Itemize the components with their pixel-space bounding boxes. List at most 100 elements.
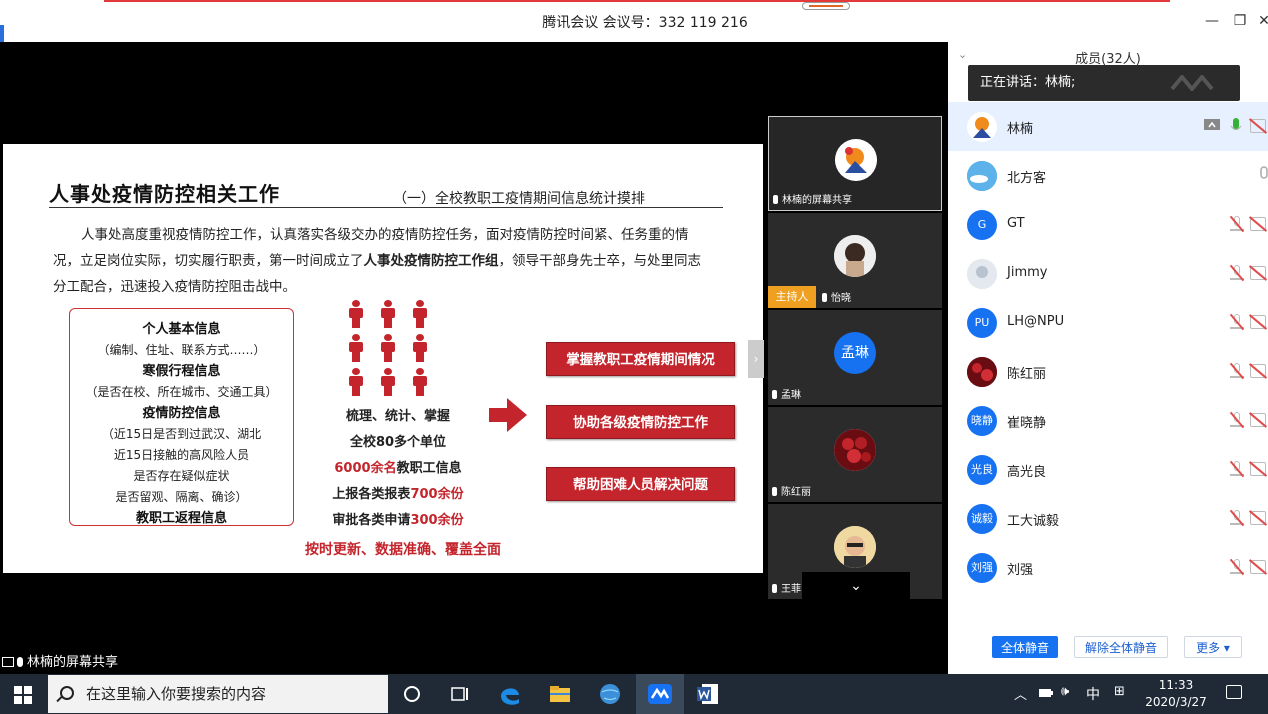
camera-off-icon[interactable]: [1248, 559, 1268, 575]
tray-overflow-icon[interactable]: ︿: [1014, 684, 1027, 703]
slide-tagline: 按时更新、数据准确、覆盖全面: [305, 542, 501, 558]
camera-off-icon[interactable]: [1248, 412, 1268, 428]
participant-row[interactable]: G GT: [948, 200, 1268, 249]
close-button[interactable]: ✕: [1256, 13, 1268, 29]
tile-caption: 孟琳: [772, 389, 801, 403]
camera-off-icon[interactable]: [1248, 363, 1268, 379]
camera-off-icon[interactable]: [1248, 314, 1268, 330]
avatar: [967, 357, 997, 387]
participant-row[interactable]: 陈红丽: [948, 347, 1268, 396]
notification-center-icon[interactable]: [1226, 685, 1242, 699]
minimize-button[interactable]: —: [1204, 13, 1220, 29]
system-clock[interactable]: 11:33 2020/3/27: [1140, 677, 1212, 711]
participant-row[interactable]: Jimmy: [948, 249, 1268, 298]
more-button[interactable]: 更多 ▾: [1184, 636, 1242, 658]
avatar: 晓静: [967, 406, 997, 436]
participant-row[interactable]: 晓静 崔晓静: [948, 396, 1268, 445]
mic-muted-icon[interactable]: [1229, 313, 1245, 331]
participant-row[interactable]: 北方客: [948, 151, 1268, 200]
stats-highlight: 700余份: [410, 487, 464, 502]
video-tile[interactable]: 孟琳 孟琳: [768, 310, 942, 405]
mic-muted-icon[interactable]: [1229, 460, 1245, 478]
taskbar-search-box[interactable]: 在这里输入你要搜索的内容: [48, 675, 388, 713]
person-icon: [413, 334, 427, 362]
photo-avatar-icon: [834, 526, 876, 568]
camera-off-icon[interactable]: [1248, 118, 1268, 134]
avatar: [967, 161, 997, 191]
screen-icon: [2, 657, 14, 667]
camera-off-icon[interactable]: [1248, 461, 1268, 477]
tile-caption: 林楠的屏幕共享: [773, 194, 852, 208]
edge-browser-icon[interactable]: [496, 680, 524, 708]
word-icon[interactable]: [694, 680, 722, 708]
members-panel: ⌄ 成员(32人) 正在讲话：林楠; 林楠 北方客 G GT Jimmy PU …: [948, 42, 1268, 674]
mic-muted-icon[interactable]: [1229, 362, 1245, 380]
camera-off-icon[interactable]: [1248, 265, 1268, 281]
heading-divider: [49, 207, 723, 208]
mic-icon[interactable]: [1258, 166, 1268, 184]
cortana-icon[interactable]: [398, 680, 426, 708]
avatar: 刘强: [967, 553, 997, 583]
participant-name: 林楠: [1007, 122, 1034, 137]
goal-box-3: 帮助困难人员解决问题: [546, 467, 735, 501]
tile-name: 林楠的屏幕共享: [782, 195, 852, 206]
participant-row[interactable]: 光良 高光良: [948, 445, 1268, 494]
windows-start-icon[interactable]: [14, 686, 32, 704]
task-view-icon[interactable]: [446, 680, 474, 708]
ime-indicator[interactable]: 中: [1086, 684, 1100, 704]
unmute-all-button[interactable]: 解除全体静音: [1074, 636, 1168, 658]
network-globe-icon[interactable]: [596, 680, 624, 708]
flowers-avatar-icon: [834, 429, 876, 471]
camera-off-icon[interactable]: [1248, 216, 1268, 232]
person-icon: [349, 368, 363, 396]
search-icon: [60, 686, 74, 700]
mic-icon: [772, 487, 777, 496]
avatar: [967, 112, 997, 142]
ime-mode-icon[interactable]: ⊞: [1114, 684, 1125, 699]
avatar: 孟琳: [834, 332, 876, 374]
info-categories-box: 个人基本信息 （编制、住址、联系方式……） 寒假行程信息 （是否在校、所在城市、…: [69, 308, 294, 526]
mic-icon: [772, 584, 777, 593]
mic-muted-icon[interactable]: [1229, 215, 1245, 233]
avatar: [834, 526, 876, 568]
participant-row[interactable]: 刘强 刘强: [948, 543, 1268, 592]
info-note: （是否在校、所在城市、交通工具）: [85, 385, 278, 399]
mic-icon: [822, 293, 827, 302]
participant-row[interactable]: 诚毅 工大诚毅: [948, 494, 1268, 543]
mute-all-button[interactable]: 全体静音: [992, 636, 1058, 658]
meeting-title: 腾讯会议 会议号：332 119 216: [542, 15, 748, 31]
info-heading: 教职工返程信息: [135, 511, 227, 526]
file-explorer-icon[interactable]: [546, 680, 574, 708]
windows-taskbar: 在这里输入你要搜索的内容 ︿ 🕪 中 ⊞ 11:33 2020/3/27: [0, 674, 1268, 714]
video-tile[interactable]: 林楠的屏幕共享: [768, 116, 942, 211]
participant-name: GT: [1007, 216, 1025, 231]
stats-line: 上报各类报表700余份: [303, 482, 493, 508]
clock-date: 2020/3/27: [1145, 695, 1207, 709]
screen-share-label: 林楠的屏幕共享: [2, 654, 118, 672]
collapse-video-strip-button[interactable]: ›: [748, 340, 764, 378]
stats-highlight: 6000余名: [334, 461, 397, 476]
mic-active-icon[interactable]: [1230, 117, 1242, 135]
participant-row[interactable]: 林楠: [948, 102, 1268, 151]
drag-handle[interactable]: [802, 2, 850, 10]
info-note: （编制、住址、联系方式……）: [97, 343, 266, 357]
tile-caption: 怡晓: [822, 292, 851, 306]
participant-name: Jimmy: [1007, 265, 1048, 280]
tencent-meeting-taskbar-button[interactable]: [636, 674, 684, 714]
tencent-meeting-logo-icon: [1170, 75, 1214, 91]
mic-muted-icon[interactable]: [1229, 558, 1245, 576]
scroll-down-button[interactable]: ⌄: [802, 572, 910, 604]
video-tile[interactable]: 陈红丽: [768, 407, 942, 502]
restore-button[interactable]: ❐: [1232, 13, 1248, 29]
mic-muted-icon[interactable]: [1229, 411, 1245, 429]
volume-icon[interactable]: 🕪: [1061, 684, 1069, 699]
camera-off-icon[interactable]: [1248, 510, 1268, 526]
info-note: 近15日接触的高风险人员: [113, 448, 250, 462]
avatar: [835, 139, 877, 181]
mic-muted-icon[interactable]: [1229, 509, 1245, 527]
mic-muted-icon[interactable]: [1229, 264, 1245, 282]
para-bold: 人事处疫情防控工作组: [363, 253, 499, 269]
video-tile[interactable]: 主持人 怡晓: [768, 213, 942, 308]
battery-icon[interactable]: [1038, 687, 1054, 699]
participant-row[interactable]: PU LH@NPU: [948, 298, 1268, 347]
